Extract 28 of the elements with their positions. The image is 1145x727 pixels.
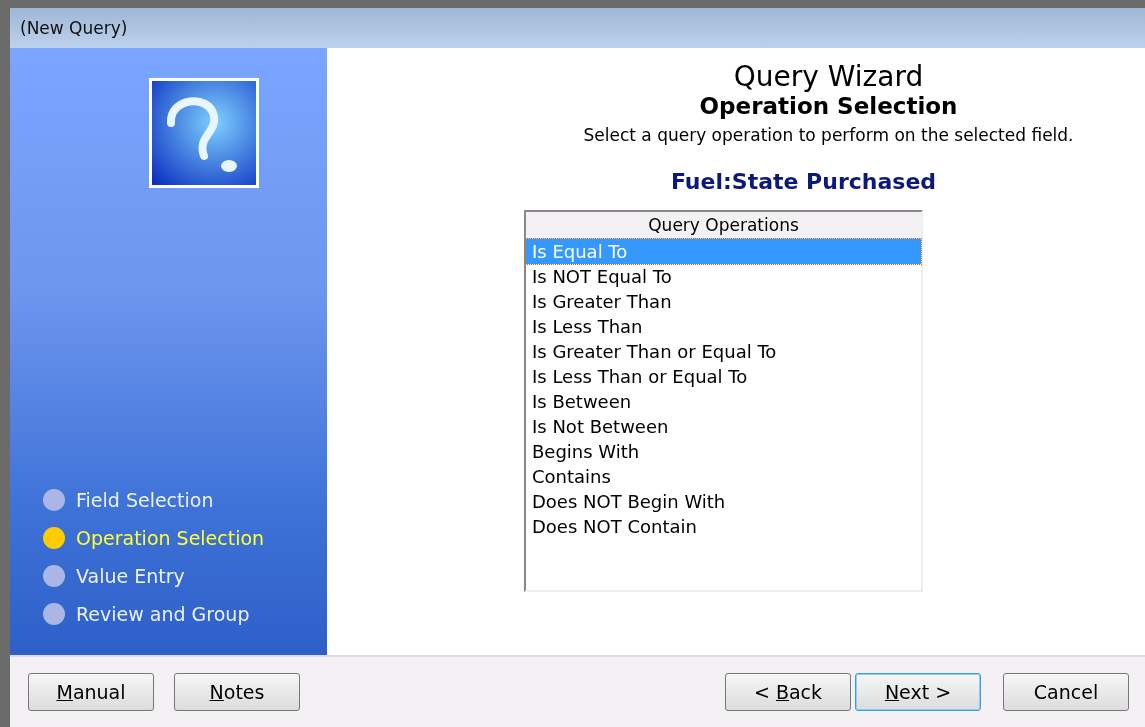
list-item[interactable]: Is Less Than — [526, 314, 921, 339]
list-item[interactable]: Is Greater Than or Equal To — [526, 339, 921, 364]
list-item[interactable]: Is Between — [526, 389, 921, 414]
instruction-text: Select a query operation to perform on the selected field. — [583, 125, 1074, 145]
list-item[interactable]: Contains — [526, 464, 921, 489]
list-item[interactable]: Is Less Than or Equal To — [526, 364, 921, 389]
list-item[interactable]: Is Greater Than — [526, 289, 921, 314]
wizard-button[interactable]: < Back — [725, 673, 851, 711]
wizard-button[interactable]: Next > — [855, 673, 981, 711]
wizard-button[interactable]: Notes — [174, 673, 300, 711]
list-item[interactable]: Begins With — [526, 439, 921, 464]
question-mark-icon — [148, 78, 259, 188]
wizard-button[interactable]: Manual — [28, 673, 154, 711]
wizard-button[interactable]: Cancel — [1003, 673, 1129, 711]
field-name: Fuel:State Purchased — [670, 169, 937, 194]
step-label: Review and Group — [76, 603, 250, 625]
wizard-title: Query Wizard — [733, 60, 924, 93]
wizard-subtitle: Operation Selection — [699, 93, 958, 119]
list-item[interactable]: Does NOT Contain — [526, 514, 921, 539]
step-label: Field Selection — [76, 489, 214, 511]
list-item[interactable]: Is NOT Equal To — [526, 264, 921, 289]
list-item[interactable]: Is Not Between — [526, 414, 921, 439]
window-title: (New Query) — [10, 8, 1145, 48]
column-header: Query Operations — [526, 212, 921, 239]
list-item[interactable]: Does NOT Begin With — [526, 489, 921, 514]
step-label: Operation Selection — [76, 527, 265, 549]
operations-list[interactable] — [524, 210, 923, 592]
step-label: Value Entry — [76, 565, 185, 587]
